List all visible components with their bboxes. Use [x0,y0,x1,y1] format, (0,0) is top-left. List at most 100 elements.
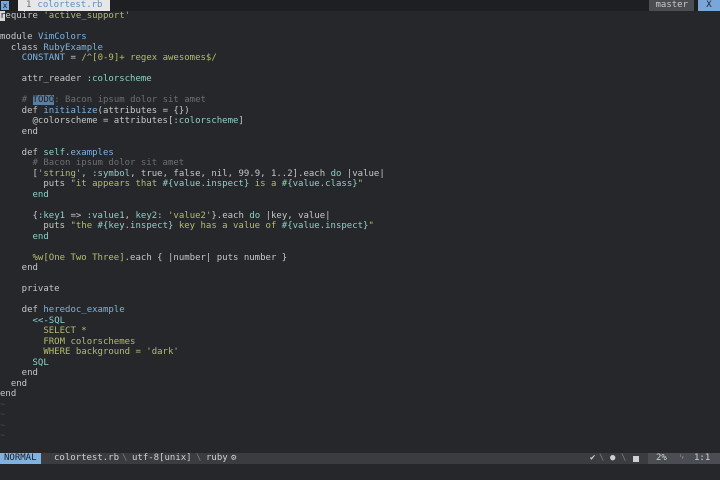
code-line[interactable]: WHERE background = 'dark' [0,347,720,358]
code-token: class [0,42,44,53]
code-token: :key1 [37,210,66,221]
code-token: end [0,378,28,389]
code-token: private [0,284,60,294]
code-line[interactable] [0,64,720,75]
code-token: do [330,168,342,179]
code-token: 'string' [37,168,82,179]
code-line[interactable]: private [0,284,720,295]
code-line[interactable]: ['string', :symbol, true, false, nil, 99… [0,169,720,180]
code-line[interactable]: class RubyExample [0,43,720,54]
code-line[interactable]: end [0,232,720,243]
gear-icon: ⚙ [231,453,237,463]
square-icon [633,456,639,462]
code-token: |key, value| [260,210,331,221]
code-line[interactable]: ~ [0,410,720,421]
close-tab-button[interactable]: X [698,0,720,11]
code-line[interactable]: puts "the #{key.inspect} key has a value… [0,221,720,232]
code-token: TODO [32,95,55,105]
code-line[interactable]: @colorscheme = attributes[:colorscheme] [0,116,720,127]
code-line[interactable] [0,22,720,33]
code-line[interactable]: SELECT * [0,326,720,337]
code-line[interactable]: module VimColors [0,32,720,43]
code-line[interactable]: {:key1 => :value1, key2: 'value2'}.each … [0,211,720,222]
code-token: puts [0,179,71,189]
code-token: def [0,305,44,315]
code-token: CONSTANT [21,53,66,63]
status-position-block: 2% ␊ 1:1 [648,453,720,464]
code-line[interactable]: puts "it appears that #{value.inspect} i… [0,179,720,190]
code-line[interactable]: ~ [0,421,720,432]
code-line[interactable]: CONSTANT = /^[0-9]+ regex awesomes$/ [0,53,720,64]
code-line[interactable] [0,85,720,96]
code-token: 'value2' [168,210,212,221]
code-token: " [357,179,364,189]
code-buffer[interactable]: require 'active_support'module VimColors… [0,11,720,442]
code-token: RubyExample [43,42,103,53]
code-token: end [0,368,38,378]
tab-mark-icon: x [1,1,9,10]
code-line[interactable]: end [0,190,720,201]
code-line[interactable]: end [0,127,720,138]
code-token: @colorscheme = attributes[ [0,116,174,126]
code-line[interactable]: # TODO: Bacon ipsum dolor sit amet [0,95,720,106]
code-line[interactable]: ~ [0,400,720,411]
statusline: NORMAL colortest.rb \ utf-8[unix] \ ruby… [0,453,720,464]
tabline: x 1 colortest.rb master X [0,0,720,11]
code-token: <<-SQL [32,315,66,326]
code-token: ~ [0,420,6,431]
code-line[interactable]: %w[One Two Three].each { |number| puts n… [0,253,720,264]
code-line[interactable]: attr_reader :colorscheme [0,74,720,85]
code-line[interactable] [0,242,720,253]
cursor-position: 1:1 [694,453,711,463]
code-line[interactable]: end [0,263,720,274]
code-line[interactable] [0,274,720,285]
code-line[interactable]: def initialize(attributes = {}) [0,106,720,117]
code-line[interactable]: FROM colorschemes [0,337,720,348]
code-token: key has a value of [173,221,282,231]
code-token: is a [249,179,282,189]
code-token: , [81,168,93,179]
tab-colortest[interactable]: 1 colortest.rb [18,0,111,11]
code-token: :colorscheme [173,116,239,126]
tab-number: 1 [26,0,32,10]
scroll-percent: 2% [656,453,667,463]
code-line[interactable]: # Bacon ipsum dolor sit amet [0,158,720,169]
code-token: end [0,263,38,273]
code-token: SELECT * [0,326,87,336]
code-line[interactable]: end [0,379,720,390]
code-token: attr_reader [0,74,87,84]
code-token: " [368,221,374,231]
code-token: end [0,231,49,242]
code-token: "the [70,221,98,231]
code-line[interactable]: require 'active_support' [0,11,720,22]
code-line[interactable]: <<-SQL [0,316,720,327]
code-token: WHERE background = 'dark' [0,347,179,357]
code-token: |value| [341,168,385,179]
code-token: => [65,210,87,221]
code-line[interactable]: end [0,368,720,379]
code-line[interactable] [0,295,720,306]
code-line[interactable]: def heredoc_example [0,305,720,316]
code-line[interactable] [0,200,720,211]
code-token: SQL [32,357,49,368]
code-line[interactable]: SQL [0,358,720,369]
dot-icon: ● [610,453,616,463]
code-token: /^[0-9]+ regex awesomes$/ [81,53,217,63]
code-token: #{value.inspect} [281,221,369,231]
code-line[interactable]: def self.examples [0,148,720,159]
code-token: = [65,53,82,63]
status-separator: \ [599,453,605,463]
code-line[interactable]: ~ [0,431,720,442]
code-token: self [43,147,66,158]
command-line[interactable] [0,464,720,480]
code-token: module [0,32,38,42]
filetype: ruby [206,453,228,463]
code-line[interactable] [0,137,720,148]
code-line[interactable]: end [0,389,720,400]
code-token: : Bacon ipsum dolor sit amet [54,95,206,105]
code-token: end [0,389,17,399]
